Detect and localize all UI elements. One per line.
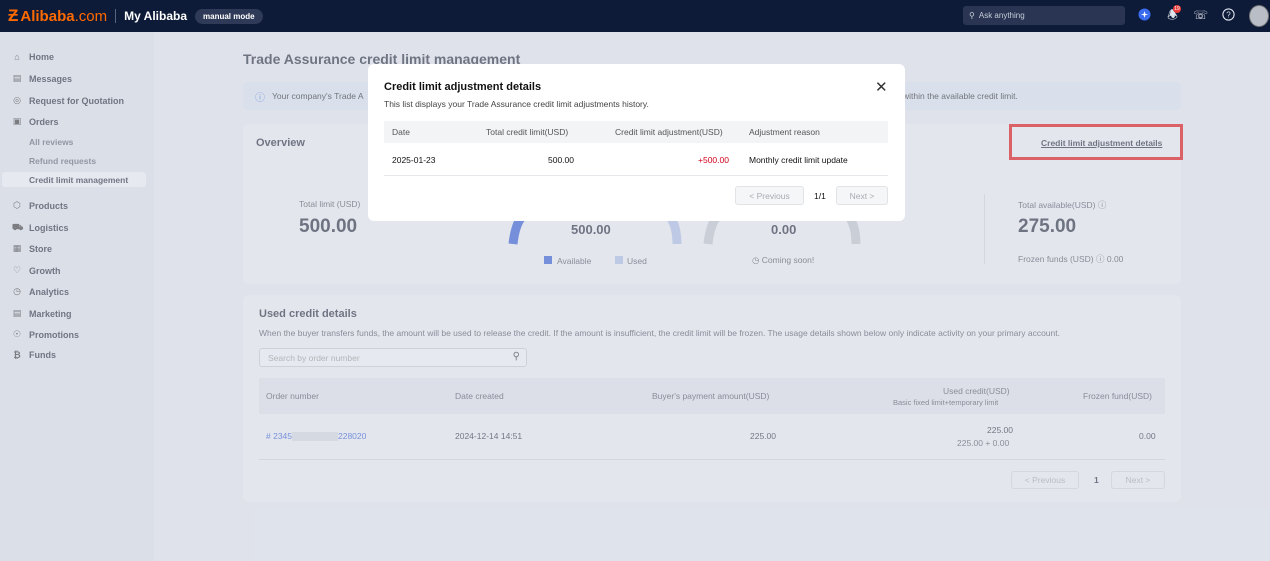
divider: [115, 9, 117, 23]
notification-badge: 19: [1173, 5, 1181, 13]
modal-next-button[interactable]: Next >: [836, 186, 888, 205]
row-adjustment-reason: Monthly credit limit update: [749, 155, 848, 165]
header-total-credit-limit: Total credit limit(USD): [486, 127, 569, 137]
avatar[interactable]: [1249, 5, 1269, 27]
svg-text:?: ?: [1226, 10, 1231, 19]
headset-icon[interactable]: ☏: [1193, 8, 1208, 23]
credit-limit-adjustment-modal: Credit limit adjustment details This lis…: [368, 64, 905, 221]
search-icon: ⚲: [969, 11, 975, 20]
search-placeholder: Ask anything: [978, 11, 1025, 20]
ai-assistant-icon[interactable]: [1137, 8, 1152, 23]
brand-name: Alibaba: [20, 7, 75, 25]
brand-suffix: .com: [74, 7, 108, 25]
alibaba-logo[interactable]: Ƶ Alibaba .com: [8, 6, 107, 26]
mode-pill[interactable]: manual mode: [195, 8, 263, 24]
header-date: Date: [392, 127, 410, 137]
modal-subtitle: This list displays your Trade Assurance …: [384, 99, 649, 109]
close-icon[interactable]: ✕: [875, 78, 888, 96]
top-navigation-bar: Ƶ Alibaba .com My Alibaba manual mode ⚲ A…: [0, 0, 1270, 32]
header-credit-limit-adjustment: Credit limit adjustment(USD): [615, 127, 723, 137]
header-adjustment-reason: Adjustment reason: [749, 127, 820, 137]
row-divider: [384, 175, 888, 176]
help-icon[interactable]: ?: [1221, 8, 1236, 23]
my-alibaba-title[interactable]: My Alibaba: [124, 9, 187, 23]
row-total-credit-limit: 500.00: [548, 155, 574, 165]
alibaba-logo-mark: Ƶ: [8, 6, 19, 25]
modal-previous-button[interactable]: < Previous: [735, 186, 804, 205]
ask-anything-search[interactable]: ⚲ Ask anything: [963, 6, 1125, 25]
modal-title: Credit limit adjustment details: [384, 81, 542, 93]
row-credit-limit-adjustment: +500.00: [698, 155, 729, 165]
row-date: 2025-01-23: [392, 155, 436, 165]
modal-page-info: 1/1: [814, 191, 826, 201]
